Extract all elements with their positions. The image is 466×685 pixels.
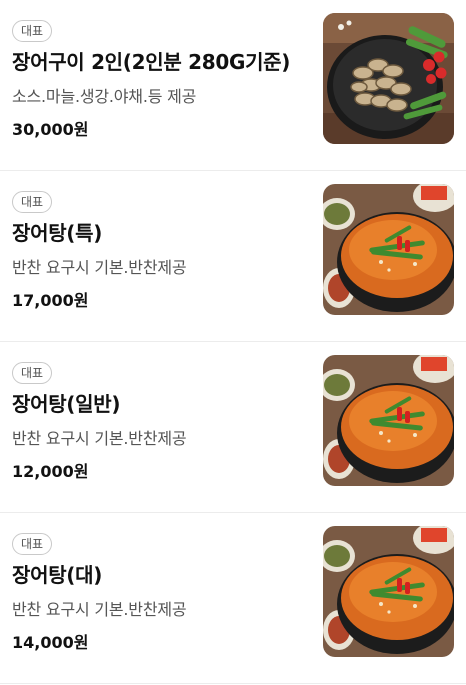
signature-badge: 대표 (12, 191, 53, 213)
menu-item-info: 대표 장어탕(특) 반찬 요구시 기본.반찬제공 17,000원 (12, 171, 323, 341)
menu-item-price: 17,000원 (12, 291, 89, 310)
menu-item-name: 장어탕(일반) (12, 392, 121, 416)
menu-item-description: 반찬 요구시 기본.반찬제공 (12, 600, 187, 619)
menu-item-price: 14,000원 (12, 633, 89, 652)
eel-soup-photo[interactable] (323, 526, 454, 657)
menu-item-name: 장어구이 2인(2인분 280G기준) (12, 50, 291, 74)
menu-item-info: 대표 장어탕(대) 반찬 요구시 기본.반찬제공 14,000원 (12, 513, 323, 683)
signature-badge: 대표 (12, 20, 53, 42)
menu-list: 대표 장어구이 2인(2인분 280G기준) 소스.마늘.생강.야채.등 제공 … (0, 0, 466, 684)
menu-item-name: 장어탕(대) (12, 563, 103, 587)
signature-badge: 대표 (12, 533, 53, 555)
menu-item-description: 소스.마늘.생강.야채.등 제공 (12, 87, 197, 106)
menu-item-price: 12,000원 (12, 462, 89, 481)
menu-item[interactable]: 대표 장어탕(특) 반찬 요구시 기본.반찬제공 17,000원 (0, 171, 466, 342)
menu-item-description: 반찬 요구시 기본.반찬제공 (12, 429, 187, 448)
signature-badge: 대표 (12, 362, 53, 384)
menu-item-description: 반찬 요구시 기본.반찬제공 (12, 258, 187, 277)
menu-item-info: 대표 장어탕(일반) 반찬 요구시 기본.반찬제공 12,000원 (12, 342, 323, 512)
eel-soup-photo[interactable] (323, 355, 454, 486)
menu-item[interactable]: 대표 장어탕(대) 반찬 요구시 기본.반찬제공 14,000원 (0, 513, 466, 684)
grilled-eel-photo[interactable] (323, 13, 454, 144)
menu-item-info: 대표 장어구이 2인(2인분 280G기준) 소스.마늘.생강.야채.등 제공 … (12, 0, 323, 170)
eel-soup-photo[interactable] (323, 184, 454, 315)
menu-item[interactable]: 대표 장어탕(일반) 반찬 요구시 기본.반찬제공 12,000원 (0, 342, 466, 513)
menu-item-name: 장어탕(특) (12, 221, 103, 245)
menu-item-price: 30,000원 (12, 120, 89, 139)
menu-item[interactable]: 대표 장어구이 2인(2인분 280G기준) 소스.마늘.생강.야채.등 제공 … (0, 0, 466, 171)
